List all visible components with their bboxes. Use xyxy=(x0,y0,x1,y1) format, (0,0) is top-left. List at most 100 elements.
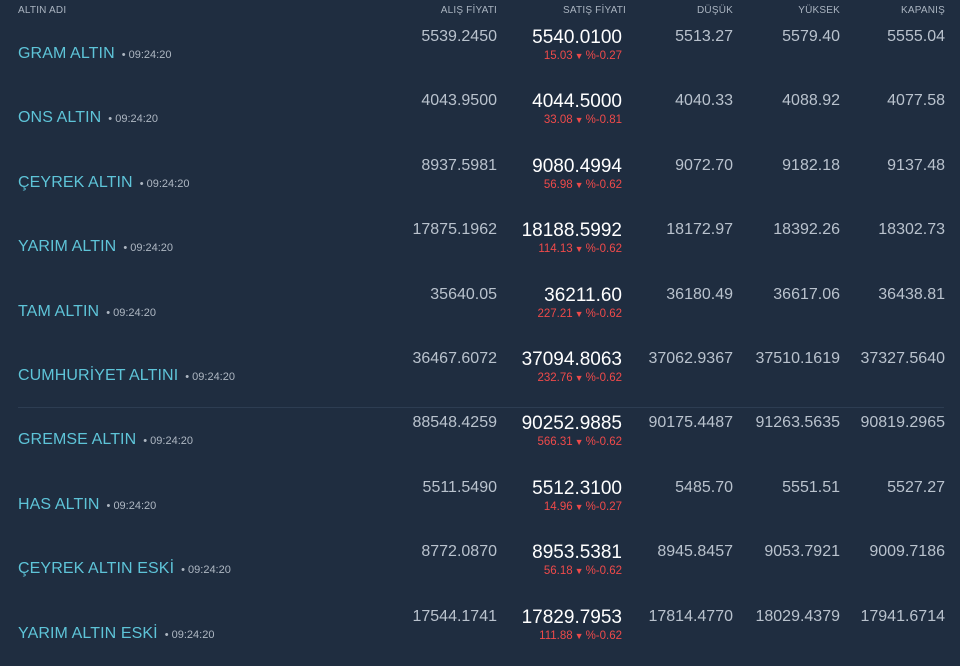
header-kapanis[interactable]: KAPANIŞ xyxy=(901,5,945,16)
buy-price: 88548.4259 xyxy=(412,414,497,432)
change-percent: %-0.62 xyxy=(585,565,622,578)
gold-name-link[interactable]: HAS ALTIN xyxy=(18,496,100,513)
gold-name-link[interactable]: TAM ALTIN xyxy=(18,303,99,320)
buy-price: 8772.0870 xyxy=(421,543,497,561)
close-price: 9137.48 xyxy=(887,156,945,174)
update-time: • 09:24:20 xyxy=(123,242,174,255)
sell-price: 8953.5381 xyxy=(532,542,622,564)
sell-price-cell: 17829.7953 111.88 ▼ %-0.62 xyxy=(522,607,622,642)
close-price: 90819.2965 xyxy=(860,414,945,432)
change-percent: %-0.27 xyxy=(585,500,622,513)
change-value: 232.76 xyxy=(537,371,573,384)
change-indicator: 114.13 ▼ %-0.62 xyxy=(522,243,622,255)
change-indicator: 111.88 ▼ %-0.62 xyxy=(522,630,622,642)
header-satis[interactable]: SATIŞ FİYATI xyxy=(563,5,626,16)
table-row[interactable]: YARIM ALTIN ESKİ • 09:24:20 17544.1741 17… xyxy=(0,602,960,666)
row-name-wrap: YARIM ALTIN ESKİ • 09:24:20 xyxy=(18,625,214,643)
update-time: • 09:24:20 xyxy=(106,499,157,512)
row-name-wrap: GREMSE ALTIN • 09:24:20 xyxy=(18,431,193,449)
close-price: 5555.04 xyxy=(887,28,945,45)
table-row[interactable]: CUMHURİYET ALTINI • 09:24:20 36467.6072 3… xyxy=(0,344,960,409)
sell-price: 37094.8063 xyxy=(521,348,622,370)
row-name-wrap: GRAM ALTIN • 09:24:20 xyxy=(18,45,171,63)
change-indicator: 566.31 ▼ %-0.62 xyxy=(522,436,622,448)
change-value: 33.08 xyxy=(543,114,573,127)
sell-price: 90252.9885 xyxy=(521,413,622,435)
high-price: 37510.1619 xyxy=(755,349,840,367)
gold-name-link[interactable]: GRAM ALTIN xyxy=(18,45,115,62)
table-row[interactable]: GRAM ALTIN • 09:24:20 5539.2450 5540.0100… xyxy=(0,22,960,86)
change-value: 56.98 xyxy=(543,178,573,191)
caret-down-icon: ▼ xyxy=(574,179,584,190)
caret-down-icon: ▼ xyxy=(574,630,584,641)
high-price: 18392.26 xyxy=(773,221,840,239)
update-time: • 09:24:20 xyxy=(106,306,156,319)
caret-down-icon: ▼ xyxy=(574,372,584,383)
change-indicator: 56.18 ▼ %-0.62 xyxy=(532,565,622,577)
row-name-wrap: ONS ALTIN • 09:24:20 xyxy=(18,109,158,127)
gold-name-link[interactable]: YARIM ALTIN xyxy=(18,238,116,255)
row-name-wrap: HAS ALTIN • 09:24:20 xyxy=(18,496,156,514)
table-row[interactable]: TAM ALTIN • 09:24:20 35640.05 36211.60 22… xyxy=(0,280,960,344)
change-indicator: 232.76 ▼ %-0.62 xyxy=(522,372,622,384)
header-yuksek[interactable]: YÜKSEK xyxy=(798,5,840,16)
update-time: • 09:24:20 xyxy=(181,564,231,577)
sell-price: 36211.60 xyxy=(544,284,622,306)
sell-price-cell: 36211.60 227.21 ▼ %-0.62 xyxy=(537,285,622,320)
low-price: 5485.70 xyxy=(675,478,733,496)
low-price: 9072.70 xyxy=(675,156,733,174)
low-price: 4040.33 xyxy=(675,92,733,110)
table-row[interactable]: HAS ALTIN • 09:24:20 5511.5490 5512.3100 … xyxy=(0,473,960,537)
header-dusuk[interactable]: DÜŞÜK xyxy=(697,5,733,16)
table-row[interactable]: ÇEYREK ALTIN • 09:24:20 8937.5981 9080.49… xyxy=(0,151,960,215)
gold-name-link[interactable]: ÇEYREK ALTIN ESKİ xyxy=(18,560,174,577)
buy-price: 5539.2450 xyxy=(421,28,497,45)
table-row[interactable]: ÇEYREK ALTIN ESKİ • 09:24:20 8772.0870 89… xyxy=(0,537,960,601)
sell-price-cell: 5512.3100 14.96 ▼ %-0.27 xyxy=(532,478,622,513)
change-percent: %-0.62 xyxy=(585,436,622,449)
change-value: 15.03 xyxy=(543,50,573,62)
update-time: • 09:24:20 xyxy=(139,177,190,190)
update-time: • 09:24:20 xyxy=(108,113,159,126)
gold-name-link[interactable]: ONS ALTIN xyxy=(18,109,101,126)
row-name-wrap: TAM ALTIN • 09:24:20 xyxy=(18,303,156,321)
low-price: 37062.9367 xyxy=(648,349,733,367)
gold-name-link[interactable]: CUMHURİYET ALTINI xyxy=(18,367,178,384)
gold-name-link[interactable]: ÇEYREK ALTIN xyxy=(18,174,133,191)
caret-down-icon: ▼ xyxy=(574,566,584,577)
low-price: 8945.8457 xyxy=(657,543,733,561)
low-price: 5513.27 xyxy=(675,28,733,45)
gold-name-link[interactable]: YARIM ALTIN ESKİ xyxy=(18,625,158,642)
table-row[interactable]: ONS ALTIN • 09:24:20 4043.9500 4044.5000 … xyxy=(0,86,960,150)
gold-name-link[interactable]: GREMSE ALTIN xyxy=(18,431,136,448)
change-percent: %-0.62 xyxy=(585,243,622,256)
header-alis[interactable]: ALIŞ FİYATI xyxy=(441,5,497,16)
high-price: 36617.06 xyxy=(773,285,840,303)
table-row[interactable]: YARIM ALTIN • 09:24:20 17875.1962 18188.5… xyxy=(0,215,960,279)
row-name-wrap: ÇEYREK ALTIN ESKİ • 09:24:20 xyxy=(18,560,231,578)
sell-price-cell: 4044.5000 33.08 ▼ %-0.81 xyxy=(532,91,622,126)
sell-price: 17829.7953 xyxy=(521,606,622,628)
sell-price: 5512.3100 xyxy=(532,477,622,499)
update-time: • 09:24:20 xyxy=(164,628,215,641)
gold-price-table: ALTIN ADI ALIŞ FİYATI SATIŞ FİYATI DÜŞÜK… xyxy=(0,0,960,666)
close-price: 9009.7186 xyxy=(869,543,945,561)
sell-price: 18188.5992 xyxy=(521,220,622,242)
high-price: 9053.7921 xyxy=(764,543,840,561)
update-time: • 09:24:20 xyxy=(143,435,193,448)
change-indicator: 33.08 ▼ %-0.81 xyxy=(532,114,622,126)
high-price: 5551.51 xyxy=(782,478,840,496)
table-row[interactable]: GREMSE ALTIN • 09:24:20 88548.4259 90252.… xyxy=(0,408,960,472)
low-price: 90175.4487 xyxy=(648,414,733,432)
change-value: 566.31 xyxy=(537,436,573,449)
change-indicator: 56.98 ▼ %-0.62 xyxy=(532,179,622,191)
low-price: 17814.4770 xyxy=(648,607,733,625)
low-price: 36180.49 xyxy=(666,285,733,303)
sell-price: 9080.4994 xyxy=(532,155,622,177)
buy-price: 4043.9500 xyxy=(421,92,497,110)
header-name[interactable]: ALTIN ADI xyxy=(18,5,66,16)
caret-down-icon: ▼ xyxy=(574,437,584,448)
change-percent: %-0.62 xyxy=(585,178,622,191)
table-header: ALTIN ADI ALIŞ FİYATI SATIŞ FİYATI DÜŞÜK… xyxy=(0,0,960,22)
close-price: 4077.58 xyxy=(887,92,945,110)
